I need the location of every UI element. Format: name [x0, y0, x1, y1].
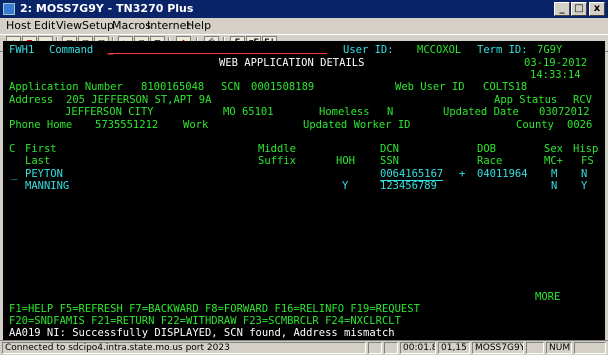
header-sex: Sex [544, 143, 563, 155]
address-value: 205 JEFFERSON ST,APT 9A [66, 94, 212, 106]
status-bar: Connected to sdcipo4.intra.state.mo.us p… [0, 340, 608, 355]
city-value: JEFFERSON CITY [65, 106, 154, 118]
more-indicator: MORE [535, 291, 561, 303]
maximize-button[interactable]: □ [571, 2, 587, 16]
updated-worker-label: Updated Worker ID [303, 119, 411, 131]
window-title: 2: MOSS7G9Y - TN3270 Plus [20, 2, 194, 15]
person-name: PEYTON [25, 168, 63, 180]
term-id-label: Term ID: [477, 44, 528, 56]
person-plus: + [459, 168, 466, 180]
scn-label: SCN [221, 81, 240, 93]
homeless-value: N [387, 106, 394, 118]
person-sex: M [551, 168, 558, 180]
window-titlebar: 2: MOSS7G9Y - TN3270 Plus _ □ x [0, 0, 608, 18]
status-cell-blank [368, 342, 382, 354]
person-ssn[interactable]: 123456789 [380, 180, 437, 192]
updated-date-label: Updated Date [443, 106, 519, 118]
status-cell-blank [574, 342, 606, 354]
scn-value: 0001508189 [251, 81, 315, 93]
menu-macros[interactable]: Macros [112, 18, 151, 34]
person-select-input[interactable]: _ [11, 168, 17, 180]
person-fs: Y [581, 180, 588, 192]
person-hisp: N [581, 168, 588, 180]
session-name: MOSS7G9Y [472, 342, 524, 354]
minimize-button[interactable]: _ [554, 2, 570, 16]
header-fs: FS [581, 155, 594, 167]
pf-keys-line-1: F1=HELP F5=REFRESH F7=BACKWARD F8=FORWAR… [9, 303, 420, 315]
app-icon [3, 3, 15, 15]
menu-bar: Host Edit View Setup Macros Internet Hel… [0, 18, 608, 34]
web-user-label: Web User ID [395, 81, 465, 93]
person-mc: N [551, 180, 558, 192]
address-label: Address [9, 94, 54, 106]
app-number-value: 8100165048 [141, 81, 205, 93]
menu-edit[interactable]: Edit [34, 18, 55, 34]
user-id-label: User ID: [343, 44, 394, 56]
phone-home-label: Phone Home [9, 119, 73, 131]
header-dcn: DCN [380, 143, 399, 155]
user-id-value: MCCOXOL [417, 44, 462, 56]
header-suffix: Suffix [258, 155, 296, 167]
homeless-label: Homeless [319, 106, 370, 118]
screen-date: 03-19-2012 [524, 57, 588, 69]
updated-date-value: 03072012 [539, 106, 590, 118]
header-last: Last [25, 155, 51, 167]
work-label: Work [183, 119, 209, 131]
app-status-label: App Status [494, 94, 558, 106]
county-label: County [516, 119, 554, 131]
menu-view[interactable]: View [56, 18, 82, 34]
person-dob: 04011964 [477, 168, 528, 180]
session-timer: 00:01.828 [400, 342, 436, 354]
header-dob: DOB [477, 143, 496, 155]
header-hoh: HOH [336, 155, 355, 167]
screen-title: WEB APPLICATION DETAILS [219, 57, 365, 69]
terminal-screen[interactable]: FWH1 Command _ User ID: MCCOXOL Term ID:… [3, 41, 605, 340]
header-middle: Middle [258, 143, 296, 155]
header-mc: MC+ [544, 155, 563, 167]
menu-host[interactable]: Host [6, 18, 31, 34]
person-name: MANNING [25, 180, 70, 192]
close-button[interactable]: x [589, 2, 605, 16]
pf-keys-line-2: F20=SNDFAMIS F21=RETURN F22=WITHDRAW F23… [9, 315, 401, 327]
term-id-value: 7G9Y [537, 44, 563, 56]
header-first: First [25, 143, 57, 155]
num-lock-indicator: NUM [546, 342, 572, 354]
status-cell-blank [384, 342, 398, 354]
county-value: 0026 [567, 119, 593, 131]
menu-internet[interactable]: Internet [147, 18, 191, 34]
menu-setup[interactable]: Setup [82, 18, 114, 34]
header-ssn: SSN [380, 155, 399, 167]
command-input[interactable] [109, 53, 327, 54]
header-c: C [9, 143, 16, 155]
status-cell-blank [526, 342, 544, 354]
app-number-label: Application Number [9, 81, 123, 93]
app-status-value: RCV [573, 94, 592, 106]
message-line: AA019 NI: Successfully DISPLAYED, SCN fo… [9, 327, 395, 339]
screen-time: 14:33:14 [530, 69, 581, 81]
web-user-value: COLTS18 [483, 81, 528, 93]
cursor-position: 01,15 [438, 342, 470, 354]
header-race: Race [477, 155, 503, 167]
person-hoh: Y [342, 180, 349, 192]
screen-id: FWH1 [9, 44, 35, 56]
phone-home-value: 5735551212 [95, 119, 159, 131]
command-label: Command [49, 44, 94, 56]
menu-help[interactable]: Help [186, 18, 211, 34]
header-hisp: Hisp [573, 143, 599, 155]
state-zip-value: MO 65101 [223, 106, 274, 118]
connection-status: Connected to sdcipo4.intra.state.mo.us p… [2, 342, 366, 354]
